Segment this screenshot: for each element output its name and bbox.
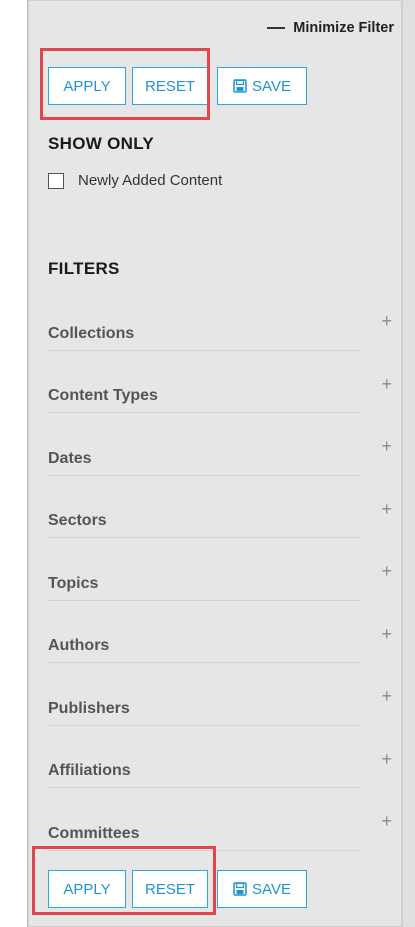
divider bbox=[48, 787, 360, 788]
plus-icon[interactable]: + bbox=[381, 812, 392, 830]
newly-added-content-option: Newly Added Content bbox=[48, 172, 222, 189]
filter-authors[interactable]: Authors + bbox=[48, 603, 392, 666]
filter-label: Content Types bbox=[48, 387, 158, 404]
save-label: SAVE bbox=[252, 77, 291, 95]
checkbox-label: Newly Added Content bbox=[78, 172, 223, 189]
filter-sectors[interactable]: Sectors + bbox=[48, 478, 392, 541]
filter-list: Collections + Content Types + Dates + Se… bbox=[48, 290, 392, 853]
plus-icon[interactable]: + bbox=[381, 750, 392, 768]
divider bbox=[48, 662, 360, 663]
apply-button[interactable]: APPLY bbox=[48, 870, 126, 908]
reset-button[interactable]: RESET bbox=[132, 870, 208, 908]
plus-icon[interactable]: + bbox=[381, 562, 392, 580]
divider bbox=[48, 537, 360, 538]
filter-label: Collections bbox=[48, 324, 135, 342]
show-only-heading: SHOW ONLY bbox=[48, 134, 154, 153]
divider bbox=[48, 724, 360, 726]
filter-label: Authors bbox=[48, 637, 110, 654]
filter-topics[interactable]: Topics + bbox=[48, 540, 392, 603]
minimize-filter-button[interactable]: Minimize Filter bbox=[267, 20, 394, 36]
plus-icon[interactable]: + bbox=[381, 437, 392, 455]
divider bbox=[48, 412, 360, 413]
filter-dates[interactable]: Dates + bbox=[48, 415, 392, 478]
filter-affiliations[interactable]: Affiliations + bbox=[48, 728, 392, 791]
filter-collections[interactable]: Collections + bbox=[48, 290, 392, 353]
filters-heading: FILTERS bbox=[48, 259, 120, 278]
plus-icon[interactable]: + bbox=[381, 375, 392, 393]
filter-label: Dates bbox=[48, 449, 92, 467]
plus-icon[interactable]: + bbox=[381, 312, 392, 330]
floppy-disk-icon bbox=[233, 79, 247, 93]
filter-committees[interactable]: Committees + bbox=[48, 790, 392, 853]
plus-icon[interactable]: + bbox=[381, 625, 392, 643]
filter-panel: Minimize Filter APPLY RESET SAVE SHOW ON… bbox=[27, 0, 403, 927]
filter-label: Sectors bbox=[48, 512, 107, 529]
plus-icon[interactable]: + bbox=[381, 500, 392, 518]
divider bbox=[48, 849, 360, 851]
minimize-filter-label: Minimize Filter bbox=[293, 20, 394, 36]
save-label: SAVE bbox=[252, 880, 291, 898]
filter-label: Publishers bbox=[48, 699, 130, 717]
apply-button[interactable]: APPLY bbox=[48, 67, 126, 105]
divider bbox=[48, 349, 360, 351]
divider bbox=[48, 599, 360, 601]
minus-icon bbox=[267, 27, 286, 29]
top-action-bar: APPLY RESET SAVE bbox=[48, 67, 307, 105]
newly-added-content-checkbox[interactable] bbox=[48, 172, 64, 189]
filter-label: Topics bbox=[48, 574, 99, 592]
filter-content-types[interactable]: Content Types + bbox=[48, 353, 392, 416]
reset-button[interactable]: RESET bbox=[132, 67, 208, 105]
bottom-action-bar: APPLY RESET SAVE bbox=[48, 870, 307, 908]
divider bbox=[48, 474, 360, 476]
save-button[interactable]: SAVE bbox=[217, 67, 307, 105]
filter-publishers[interactable]: Publishers + bbox=[48, 665, 392, 728]
floppy-disk-icon bbox=[233, 882, 247, 896]
filter-label: Committees bbox=[48, 824, 140, 842]
plus-icon[interactable]: + bbox=[381, 687, 392, 705]
filter-label: Affiliations bbox=[48, 762, 131, 779]
scroll-edge bbox=[402, 0, 415, 927]
save-button[interactable]: SAVE bbox=[217, 870, 307, 908]
